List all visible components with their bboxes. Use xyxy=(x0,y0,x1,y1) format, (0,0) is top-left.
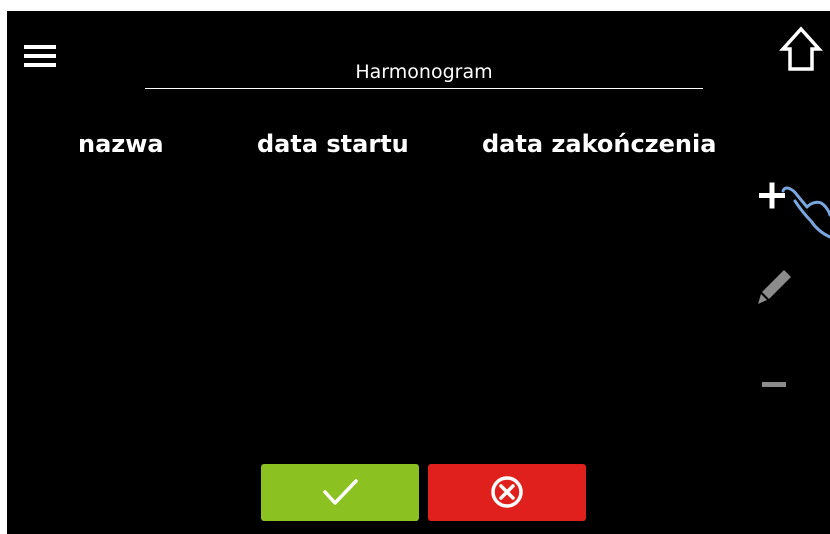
page-title: Harmonogram xyxy=(355,61,493,83)
column-header-name: nazwa xyxy=(78,130,164,158)
title-underline xyxy=(145,88,703,89)
column-header-start-date: data startu xyxy=(257,130,409,158)
pencil-icon xyxy=(758,270,791,304)
minus-icon xyxy=(762,382,786,387)
column-header-end-date: data zakończenia xyxy=(482,130,717,158)
confirm-button[interactable] xyxy=(261,464,419,521)
menu-icon[interactable] xyxy=(24,45,56,67)
plus-icon xyxy=(759,182,785,209)
circle-x-icon xyxy=(491,476,523,508)
edit-button[interactable] xyxy=(757,266,793,312)
screen: Harmonogram nazwa data startu data zakoń… xyxy=(7,11,830,534)
add-button[interactable] xyxy=(755,171,830,241)
cancel-button[interactable] xyxy=(428,464,586,521)
home-icon[interactable] xyxy=(779,25,823,73)
checkmark-icon xyxy=(323,479,358,505)
hand-pointer-icon xyxy=(781,186,830,239)
remove-button[interactable] xyxy=(759,371,789,397)
